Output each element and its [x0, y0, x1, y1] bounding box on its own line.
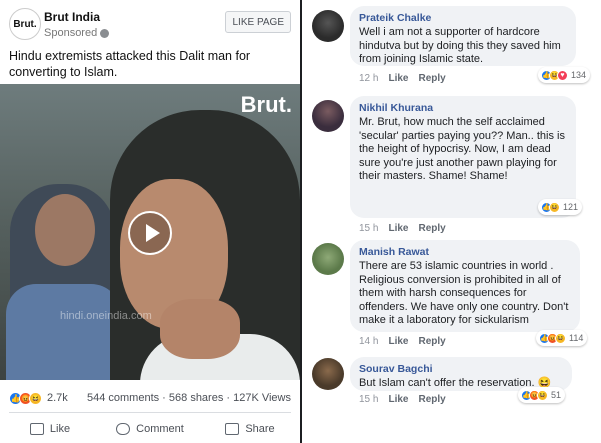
engagement-counts[interactable]: 544 comments · 568 shares · 127K Views — [87, 392, 291, 404]
comment-bubble: Manish Rawat There are 53 islamic countr… — [350, 240, 580, 332]
comment-like-link[interactable]: Like — [388, 336, 408, 347]
comment-reply-link[interactable]: Reply — [418, 223, 445, 234]
share-icon — [225, 423, 240, 435]
like-button[interactable]: Like — [0, 416, 100, 442]
avatar-image — [312, 358, 344, 390]
reaction-count: 51 — [551, 390, 562, 400]
comment-button[interactable]: Comment — [100, 416, 200, 442]
comment-like-link[interactable]: Like — [388, 394, 408, 405]
reaction-count: 121 — [563, 202, 579, 212]
commenter-name[interactable]: Prateik Chalke — [359, 12, 566, 24]
divider — [9, 412, 291, 413]
like-label: Like — [49, 423, 71, 435]
comment-like-link[interactable]: Like — [388, 73, 408, 84]
commenter-name[interactable]: Manish Rawat — [359, 246, 570, 258]
haha-reaction-icon: 😆 — [555, 332, 566, 344]
comment-reply-link[interactable]: Reply — [418, 336, 445, 347]
comment-like-link[interactable]: Like — [388, 223, 408, 234]
comment-text: There are 53 islamic countries in world … — [359, 260, 569, 327]
haha-reaction-icon: 😆 — [549, 201, 560, 213]
like-page-button[interactable]: LIKE PAGE — [225, 11, 291, 33]
avatar[interactable] — [312, 10, 344, 42]
comment-reactions[interactable]: 👍 😆 ♥ 134 — [538, 67, 591, 83]
comment-reactions[interactable]: 👍 😡 😆 51 — [518, 387, 566, 403]
comment-reply-link[interactable]: Reply — [418, 73, 445, 84]
comment-icon — [116, 423, 131, 435]
reaction-count: 114 — [569, 333, 584, 343]
comment-meta: 15 h Like Reply — [359, 223, 446, 234]
sponsored-post: Brut. Brut India Sponsored LIKE PAGE Hin… — [0, 0, 300, 443]
video-watermark: hindi.oneindia.com — [60, 310, 152, 322]
avatar-image — [312, 243, 344, 275]
avatar-image — [312, 100, 344, 132]
comment-time[interactable]: 14 h — [359, 336, 378, 347]
play-icon[interactable] — [128, 211, 172, 255]
comment-text: Mr. Brut, how much the self acclaimed 's… — [359, 116, 565, 183]
commenter-name[interactable]: Sourav Bagchi — [359, 363, 562, 375]
comment-bubble: Sourav Bagchi But Islam can't offer the … — [350, 357, 572, 391]
comment-meta: 15 h Like Reply — [359, 394, 446, 405]
comment-bubble: Prateik Chalke Well i am not a supporter… — [350, 6, 576, 66]
video-player[interactable]: Brut. hindi.oneindia.com — [0, 84, 300, 380]
video-figure-left-shirt — [6, 284, 121, 380]
comment-reactions[interactable]: 👍 😡 😆 114 — [536, 330, 588, 346]
comment-time[interactable]: 15 h — [359, 223, 378, 234]
globe-icon — [100, 28, 110, 38]
comment-reply-link[interactable]: Reply — [418, 394, 445, 405]
share-button[interactable]: Share — [200, 416, 300, 442]
comment-label: Comment — [136, 423, 184, 435]
haha-reaction-icon: 😆 — [29, 391, 42, 405]
comment-time[interactable]: 15 h — [359, 394, 378, 405]
video-logo: Brut. — [240, 92, 292, 117]
video-figure-hand — [160, 299, 240, 359]
avatar[interactable] — [312, 358, 344, 390]
page-avatar[interactable]: Brut. — [9, 8, 41, 40]
comment-reactions[interactable]: 👍 😆 121 — [538, 199, 583, 215]
post-actions: Like Comment Share — [0, 416, 300, 442]
love-reaction-icon: ♥ — [557, 69, 568, 81]
reaction-count: 134 — [571, 70, 587, 80]
comment-meta: 12 h Like Reply — [359, 73, 446, 84]
thumbs-up-icon — [29, 423, 44, 435]
avatar-image — [312, 10, 344, 42]
avatar[interactable] — [312, 100, 344, 132]
post-stats: 👍 😡 😆 2.7k 544 comments · 568 shares · 1… — [9, 388, 291, 408]
reactions-summary[interactable]: 👍 😡 😆 2.7k — [9, 391, 68, 405]
reactions-count[interactable]: 2.7k — [47, 392, 68, 404]
post-header: Brut. Brut India Sponsored LIKE PAGE — [9, 8, 291, 40]
avatar[interactable] — [312, 243, 344, 275]
sponsored-text[interactable]: Sponsored — [44, 27, 97, 39]
haha-reaction-icon: 😆 — [537, 389, 548, 401]
sponsored-label[interactable]: Sponsored — [44, 27, 110, 39]
share-label: Share — [245, 423, 275, 435]
video-figure-left-head — [35, 194, 95, 266]
comments-panel: Prateik Chalke Well i am not a supporter… — [302, 0, 601, 443]
post-text: Hindu extremists attacked this Dalit man… — [9, 49, 251, 79]
page-name-link[interactable]: Brut India — [44, 10, 100, 24]
comment-text: Well i am not a supporter of hardcore hi… — [359, 26, 561, 66]
commenter-name[interactable]: Nikhil Khurana — [359, 102, 566, 114]
comment-time[interactable]: 12 h — [359, 73, 378, 84]
comment-meta: 14 h Like Reply — [359, 336, 446, 347]
